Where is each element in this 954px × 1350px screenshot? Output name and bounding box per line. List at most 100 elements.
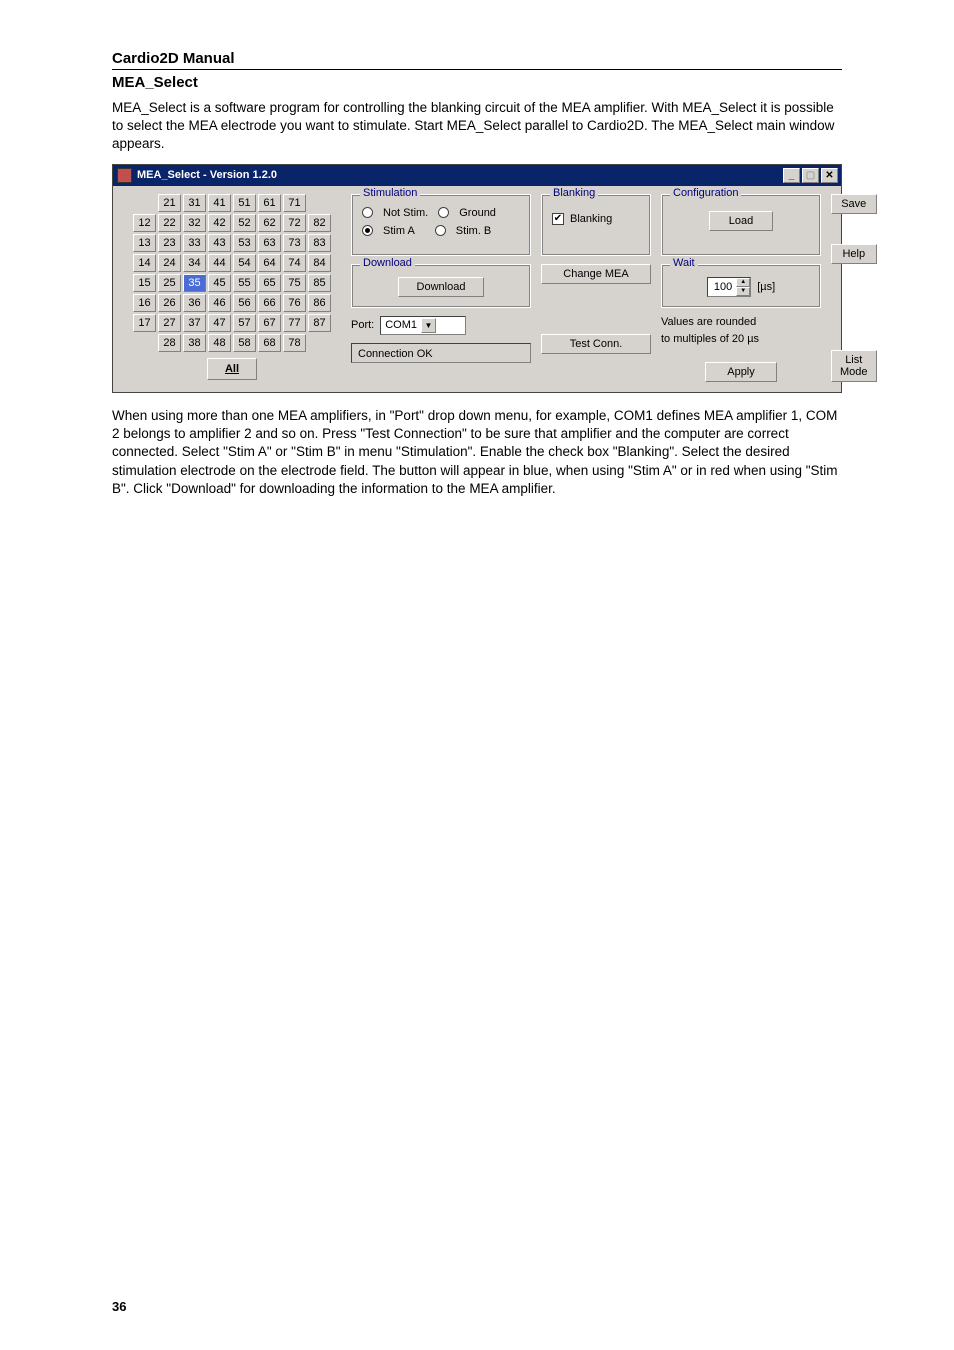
electrode-14[interactable]: 14 (133, 254, 156, 272)
page-number: 36 (112, 1299, 126, 1314)
maximize-button[interactable]: ▢ (802, 168, 819, 183)
list-mode-button[interactable]: List Mode (831, 350, 877, 382)
electrode-74[interactable]: 74 (283, 254, 306, 272)
chevron-down-icon[interactable]: ▼ (421, 318, 436, 333)
all-button[interactable]: All (207, 358, 257, 380)
spin-down-icon[interactable]: ▼ (736, 287, 750, 296)
electrode-53[interactable]: 53 (233, 234, 256, 252)
electrode-27[interactable]: 27 (158, 314, 181, 332)
wait-unit: [µs] (757, 281, 775, 293)
electrode-16[interactable]: 16 (133, 294, 156, 312)
electrode-blank (133, 334, 156, 352)
electrode-75[interactable]: 75 (283, 274, 306, 292)
wait-note2: to multiples of 20 µs (661, 333, 821, 346)
electrode-71[interactable]: 71 (283, 194, 306, 212)
electrode-31[interactable]: 31 (183, 194, 206, 212)
electrode-77[interactable]: 77 (283, 314, 306, 332)
electrode-66[interactable]: 66 (258, 294, 281, 312)
electrode-28[interactable]: 28 (158, 334, 181, 352)
electrode-67[interactable]: 67 (258, 314, 281, 332)
electrode-35[interactable]: 35 (183, 274, 206, 292)
wait-value: 100 (714, 281, 732, 293)
electrode-blank (308, 334, 331, 352)
app-icon (117, 168, 132, 183)
electrode-55[interactable]: 55 (233, 274, 256, 292)
wait-spinner[interactable]: 100 ▲ ▼ (707, 277, 751, 297)
label-stim-a: Stim A (383, 225, 415, 237)
titlebar[interactable]: MEA_Select - Version 1.2.0 _ ▢ ✕ (113, 165, 841, 186)
electrode-51[interactable]: 51 (233, 194, 256, 212)
test-conn-button[interactable]: Test Conn. (541, 334, 651, 354)
electrode-61[interactable]: 61 (258, 194, 281, 212)
radio-ground[interactable] (438, 207, 449, 218)
radio-notstim[interactable] (362, 207, 373, 218)
electrode-78[interactable]: 78 (283, 334, 306, 352)
electrode-45[interactable]: 45 (208, 274, 231, 292)
electrode-36[interactable]: 36 (183, 294, 206, 312)
electrode-42[interactable]: 42 (208, 214, 231, 232)
electrode-68[interactable]: 68 (258, 334, 281, 352)
electrode-32[interactable]: 32 (183, 214, 206, 232)
electrode-54[interactable]: 54 (233, 254, 256, 272)
electrode-43[interactable]: 43 (208, 234, 231, 252)
electrode-72[interactable]: 72 (283, 214, 306, 232)
save-button[interactable]: Save (831, 194, 877, 214)
electrode-64[interactable]: 64 (258, 254, 281, 272)
electrode-82[interactable]: 82 (308, 214, 331, 232)
electrode-22[interactable]: 22 (158, 214, 181, 232)
electrode-56[interactable]: 56 (233, 294, 256, 312)
electrode-17[interactable]: 17 (133, 314, 156, 332)
electrode-13[interactable]: 13 (133, 234, 156, 252)
electrode-46[interactable]: 46 (208, 294, 231, 312)
radio-stim-b[interactable] (435, 225, 446, 236)
electrode-58[interactable]: 58 (233, 334, 256, 352)
blanking-checkbox[interactable]: ✔ (552, 213, 564, 225)
help-button[interactable]: Help (831, 244, 877, 264)
electrode-21[interactable]: 21 (158, 194, 181, 212)
electrode-52[interactable]: 52 (233, 214, 256, 232)
electrode-83[interactable]: 83 (308, 234, 331, 252)
electrode-15[interactable]: 15 (133, 274, 156, 292)
electrode-blank (308, 194, 331, 212)
label-notstim: Not Stim. (383, 207, 428, 219)
electrode-47[interactable]: 47 (208, 314, 231, 332)
stimulation-legend: Stimulation (360, 187, 420, 199)
electrode-62[interactable]: 62 (258, 214, 281, 232)
electrode-57[interactable]: 57 (233, 314, 256, 332)
download-legend: Download (360, 257, 415, 269)
electrode-86[interactable]: 86 (308, 294, 331, 312)
change-mea-button[interactable]: Change MEA (541, 264, 651, 284)
radio-stim-a[interactable] (362, 225, 373, 236)
electrode-12[interactable]: 12 (133, 214, 156, 232)
blanking-label: Blanking (570, 213, 612, 225)
spin-up-icon[interactable]: ▲ (736, 278, 750, 287)
configuration-group: Configuration Load (661, 194, 821, 256)
close-button[interactable]: ✕ (821, 168, 838, 183)
electrode-63[interactable]: 63 (258, 234, 281, 252)
electrode-85[interactable]: 85 (308, 274, 331, 292)
electrode-25[interactable]: 25 (158, 274, 181, 292)
port-select[interactable]: COM1 ▼ (380, 316, 466, 335)
electrode-76[interactable]: 76 (283, 294, 306, 312)
apply-button[interactable]: Apply (705, 362, 777, 382)
electrode-48[interactable]: 48 (208, 334, 231, 352)
wait-note1: Values are rounded (661, 316, 821, 329)
label-ground: Ground (459, 207, 496, 219)
electrode-34[interactable]: 34 (183, 254, 206, 272)
electrode-23[interactable]: 23 (158, 234, 181, 252)
electrode-26[interactable]: 26 (158, 294, 181, 312)
electrode-44[interactable]: 44 (208, 254, 231, 272)
electrode-37[interactable]: 37 (183, 314, 206, 332)
electrode-73[interactable]: 73 (283, 234, 306, 252)
electrode-41[interactable]: 41 (208, 194, 231, 212)
electrode-38[interactable]: 38 (183, 334, 206, 352)
minimize-button[interactable]: _ (783, 168, 800, 183)
electrode-24[interactable]: 24 (158, 254, 181, 272)
wait-group: Wait 100 ▲ ▼ [µs] (661, 264, 821, 308)
load-button[interactable]: Load (709, 211, 773, 231)
electrode-84[interactable]: 84 (308, 254, 331, 272)
download-button[interactable]: Download (398, 277, 484, 297)
electrode-33[interactable]: 33 (183, 234, 206, 252)
electrode-87[interactable]: 87 (308, 314, 331, 332)
electrode-65[interactable]: 65 (258, 274, 281, 292)
